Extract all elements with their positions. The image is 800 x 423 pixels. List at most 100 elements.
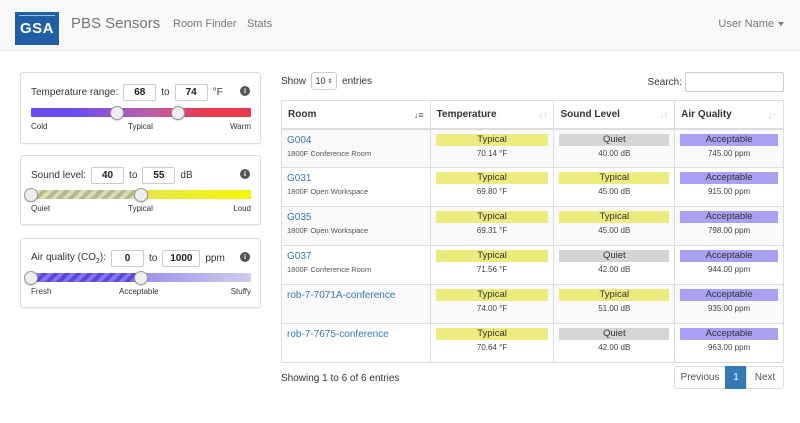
temperature-cell: Typical 71.56 °F	[429, 245, 555, 285]
col-room[interactable]: Room ↓≡	[281, 100, 431, 130]
sound-status-badge: Quiet	[559, 250, 670, 262]
sound-max-handle[interactable]	[134, 188, 148, 202]
room-link[interactable]: G004	[287, 135, 425, 146]
user-menu[interactable]: User Name	[718, 18, 784, 30]
table-row: G035 1800F Open Workspace Typical 69.31 °F T…	[281, 206, 784, 246]
next-page-button[interactable]: Next	[746, 366, 784, 389]
air-max-handle[interactable]	[134, 271, 148, 285]
page-1-button[interactable]: 1	[725, 366, 747, 389]
previous-page-button[interactable]: Previous	[674, 366, 726, 389]
sound-value: 45.00 dB	[598, 226, 631, 235]
sound-min-handle[interactable]	[24, 188, 38, 202]
room-cell: rob-7-7071A-conference	[281, 284, 431, 324]
length-control: Show 10 ⇕ entries	[281, 72, 372, 90]
rooms-table: Room ↓≡ Temperature ↓↑ Sound Level ↓↑ Air Q…	[281, 100, 784, 363]
temperature-min-input[interactable]: 68	[123, 83, 157, 101]
air-min-input[interactable]: 0	[111, 249, 145, 267]
info-icon[interactable]: i	[240, 252, 250, 262]
temperature-filter-panel: Temperature range: 68 to 74 °F i Cold Ty…	[20, 72, 261, 144]
temperature-value: 70.14 °F	[476, 148, 508, 158]
sound-value: 45.00 dB	[598, 187, 631, 196]
air-value: 798.00 ppm	[707, 226, 751, 235]
updown-icon: ⇕	[327, 78, 333, 85]
room-link[interactable]: G031	[287, 173, 425, 184]
sound-cell: Quiet 40.00 dB	[553, 128, 676, 168]
to-label: to	[149, 252, 158, 264]
temperature-min-handle[interactable]	[109, 106, 124, 120]
col-sound-level[interactable]: Sound Level ↓↑	[553, 100, 676, 130]
air-cell: Acceptable 745.00 ppm	[674, 128, 784, 168]
sound-status-badge: Typical	[559, 211, 670, 223]
nav-stats[interactable]: Stats	[247, 18, 272, 30]
temperature-status-badge: Typical	[435, 328, 549, 340]
scale-cold: Cold	[31, 122, 48, 131]
sound-status-badge: Quiet	[559, 133, 670, 146]
temperature-cell: Typical 69.80 °F	[429, 167, 555, 207]
temperature-cell: Typical 70.64 °F	[429, 323, 555, 363]
room-description: 1800F Conference Room	[287, 148, 372, 158]
air-status-badge: Acceptable	[680, 250, 778, 262]
table-info: Showing 1 to 6 of 6 entries	[281, 373, 400, 384]
table-row: G031 1800F Open Workspace Typical 69.80 °F T…	[281, 167, 784, 207]
temperature-value: 74.00 °F	[476, 304, 508, 313]
temperature-status-badge: Typical	[435, 250, 549, 262]
air-cell: Acceptable 944.00 ppm	[674, 245, 784, 285]
app-title[interactable]: PBS Sensors	[71, 15, 160, 32]
sound-label: Sound level:	[31, 169, 87, 181]
temperature-slider-track[interactable]	[31, 108, 251, 117]
search-control: Search:	[648, 72, 784, 92]
sound-cell: Typical 45.00 dB	[553, 167, 676, 207]
to-label: to	[161, 86, 170, 98]
col-temperature-label: Temperature	[436, 108, 497, 120]
table-row: G004 1800F Conference Room Typical 70.14 °F…	[281, 128, 784, 168]
to-label: to	[129, 169, 138, 181]
air-cell: Acceptable 963.00 ppm	[674, 323, 784, 363]
air-status-badge: Acceptable	[680, 172, 778, 184]
room-cell: G037 1800F Conference Room	[281, 245, 431, 285]
sound-value: 51.00 dB	[598, 304, 631, 313]
info-icon[interactable]: i	[240, 86, 250, 96]
room-link[interactable]: rob-7-7071A-conference	[287, 290, 425, 301]
col-air-quality[interactable]: Air Quality ↓↑	[674, 100, 784, 130]
temperature-value: 70.64 °F	[476, 343, 508, 352]
room-link[interactable]: G037	[287, 251, 425, 262]
col-temperature[interactable]: Temperature ↓↑	[429, 100, 555, 130]
sound-status-badge: Typical	[559, 289, 670, 301]
sort-icon: ↓↑	[538, 110, 548, 120]
gsa-logo[interactable]: GSA	[15, 12, 59, 45]
show-label: Show	[281, 75, 307, 87]
sound-track-loud	[141, 190, 251, 199]
temperature-max-input[interactable]: 74	[174, 83, 208, 101]
temperature-cell: Typical 69.31 °F	[429, 206, 555, 246]
col-sound-label: Sound Level	[560, 108, 620, 120]
scale-stuffy: Stuffy	[230, 287, 251, 296]
search-input[interactable]	[685, 72, 784, 92]
air-value: 944.00 ppm	[707, 265, 751, 274]
air-track-stuffy	[141, 273, 251, 282]
sort-icon: ↓↑	[768, 110, 777, 120]
temperature-status-badge: Typical	[435, 133, 549, 146]
air-value: 963.00 ppm	[707, 343, 751, 352]
entries-label: entries	[342, 75, 373, 87]
temperature-max-handle[interactable]	[171, 106, 186, 120]
info-icon[interactable]: i	[240, 169, 250, 179]
air-range-row: Air quality (CO2): 0 to 1000 ppm	[31, 249, 250, 267]
air-max-input[interactable]: 1000	[162, 249, 201, 267]
sound-min-input[interactable]: 40	[91, 166, 125, 184]
sound-max-input[interactable]: 55	[142, 166, 176, 184]
room-link[interactable]: rob-7-7675-conference	[287, 329, 425, 340]
sound-value: 42.00 dB	[598, 265, 631, 274]
room-link[interactable]: G035	[287, 212, 425, 223]
air-min-handle[interactable]	[24, 271, 38, 285]
nav-room-finder[interactable]: Room Finder	[173, 18, 237, 30]
scale-loud: Loud	[233, 204, 251, 213]
air-status-badge: Acceptable	[680, 133, 778, 146]
sound-cell: Quiet 42.00 dB	[553, 245, 676, 285]
entries-select[interactable]: 10 ⇕	[311, 72, 338, 90]
air-value: 915.00 ppm	[707, 187, 751, 196]
air-cell: Acceptable 915.00 ppm	[674, 167, 784, 207]
scale-acceptable: Acceptable	[119, 287, 159, 296]
air-status-badge: Acceptable	[680, 211, 778, 223]
table-row: G037 1800F Conference Room Typical 71.56 °F…	[281, 245, 784, 285]
air-status-badge: Acceptable	[680, 289, 778, 301]
